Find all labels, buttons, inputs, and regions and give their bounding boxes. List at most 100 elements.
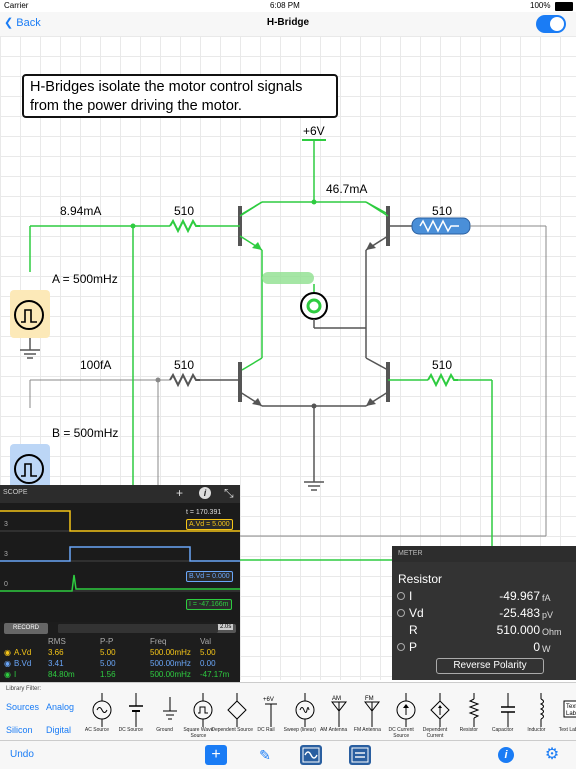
add-component-button[interactable]: + [205,745,227,765]
row-rms: 3.41 [48,659,64,668]
trace-i-tag: I = -47.166m [186,599,232,610]
library-part-ac-source[interactable]: AC Source [80,689,114,741]
add-icon[interactable]: + [176,486,183,500]
meter-row-vd[interactable]: Vd -25.483 pV [392,605,576,623]
battery-icon [555,2,573,11]
col-freq: Freq [150,637,167,646]
meter-row-unit: Ohm [542,627,562,637]
library-part-resistor[interactable]: Resistor [452,689,486,741]
meter-row-r: R 510.000 Ohm [392,622,576,640]
filter-sources[interactable]: Sources [6,702,39,712]
supply-label: +6V [303,124,325,138]
row-freq: 500.00mHz [150,659,191,668]
meter-row-value: -49.967 [499,589,540,603]
row-pp: 1.56 [100,670,116,679]
axis-label-a: 3 [4,521,8,528]
radio-icon: ◉ [4,659,11,668]
info-icon: i [498,747,514,763]
svg-text:AM: AM [332,696,341,702]
meter-header: METER [392,546,576,562]
expand-icon[interactable]: ⤡ [224,486,234,501]
measure-header: RMS P-P Freq Val [0,637,240,647]
page-title: H-Bridge [266,17,310,28]
gear-icon: ⚙ [544,746,560,763]
row-name: A.Vd [14,648,32,657]
scope-plot[interactable]: 3 3 0 t = 170.391 A.Vd = 5.000 B.Vd = 0.… [0,503,240,622]
info-icon[interactable]: i [199,487,211,499]
resistor-bottom-right [427,372,458,388]
library-part-inductor[interactable]: Inductor [519,689,553,741]
library-part-label: Text Label [558,727,576,733]
library-part-text-label[interactable]: TextLabel Text Label [553,689,576,741]
library-part-capacitor[interactable]: Capacitor [486,689,520,741]
time-readout: t = 170.391 [186,509,222,516]
record-progress[interactable] [58,624,236,633]
clock: 6:08 PM [270,1,300,10]
meter-row-p[interactable]: P 0 W [392,639,576,657]
source-b-label: B = 500mHz [52,426,119,440]
plus-icon: + [211,746,221,763]
sine-wave-icon [302,747,320,763]
library-part-am-antenna[interactable]: AM AM Antenna [317,689,351,741]
carrier-label: Carrier [4,1,29,10]
record-progress-fill [58,624,219,633]
settings-button[interactable]: ⚙ [541,745,563,765]
measure-row-a[interactable]: ◉ A.Vd 3.66 5.00 500.00mHz 5.00 [0,648,240,658]
left-current-a-label: 8.94mA [60,204,102,218]
component-library: Library Filter: Sources Analog Silicon D… [0,682,576,741]
measure-row-b[interactable]: ◉ B.Vd 3.41 5.00 500.00mHz 0.00 [0,659,240,669]
square-wave-source-a[interactable] [10,290,50,338]
row-val: 0.00 [200,659,216,668]
row-pp: 5.00 [100,659,116,668]
meter-row-value: 510.000 [496,623,540,637]
meter-row-value: 0 [533,640,540,654]
library-part-dependent-source[interactable]: Dependent Source [211,689,253,741]
resistor-top-left-value: 510 [174,204,195,218]
meter-row-name: P [409,640,418,654]
radio-icon [397,592,405,600]
scope-panel[interactable]: SCOPE + i ⤡ 3 3 0 t = 170.391 A.Vd = 5.0… [0,485,240,682]
info-button[interactable]: i [495,745,517,765]
filter-digital[interactable]: Digital [46,725,71,735]
radio-icon: ◉ [4,670,11,679]
draw-wire-button[interactable]: ✎ [254,745,276,765]
meter-row-i[interactable]: I -49.967 fA [392,588,576,606]
row-val: 5.00 [200,648,216,657]
filter-analog[interactable]: Analog [46,702,74,712]
col-rms: RMS [48,637,66,646]
library-part-square-wave[interactable]: Square Wave Source [181,689,215,741]
resistor-bottom-right-value: 510 [432,358,453,372]
meter-toggle-button[interactable] [349,745,371,765]
trace-b-tag: B.Vd = 0.000 [186,571,233,582]
record-button[interactable]: RECORD [4,623,48,634]
meter-row-unit: fA [542,593,551,603]
library-part-dependent-current[interactable]: Dependent Current [418,689,452,741]
library-part-sweep[interactable]: Sweep (linear) [283,689,317,741]
trace-a-tag: A.Vd = 5.000 [186,519,233,530]
note-label[interactable]: H-Bridges isolate the motor control sign… [22,74,338,118]
measure-row-i[interactable]: ◉ I 84.80m 1.56 500.00mHz -47.17m [0,670,240,680]
meter-row-value: -25.483 [499,606,540,620]
scope-toggle-button[interactable] [300,745,322,765]
radio-icon [397,609,405,617]
note-line-1: H-Bridges isolate the motor control sign… [30,79,303,95]
resistor-top-right-value: 510 [432,204,453,218]
svg-text:Label: Label [566,711,576,717]
radio-icon: ◉ [4,648,11,657]
filter-silicon[interactable]: Silicon [6,725,33,735]
row-val: -47.17m [200,670,230,679]
meter-icon [351,747,369,763]
meter-title: METER [398,550,423,557]
col-pp: P-P [100,637,114,646]
meter-panel[interactable]: METER Resistor I -49.967 fA Vd -25.483 p… [392,546,576,680]
meter-row-name: R [409,623,418,637]
simulation-toggle[interactable] [536,15,566,33]
note-line-2: from the power driving the motor. [30,98,242,114]
resistor-top-left [169,218,200,234]
motor-symbol [300,292,328,320]
reverse-polarity-button[interactable]: Reverse Polarity [436,658,544,674]
undo-button[interactable]: Undo [10,749,34,760]
row-pp: 5.00 [100,648,116,657]
library-part-dc-rail[interactable]: +6V DC Rail [249,689,283,741]
library-part-dc-source[interactable]: DC Source [114,689,148,741]
